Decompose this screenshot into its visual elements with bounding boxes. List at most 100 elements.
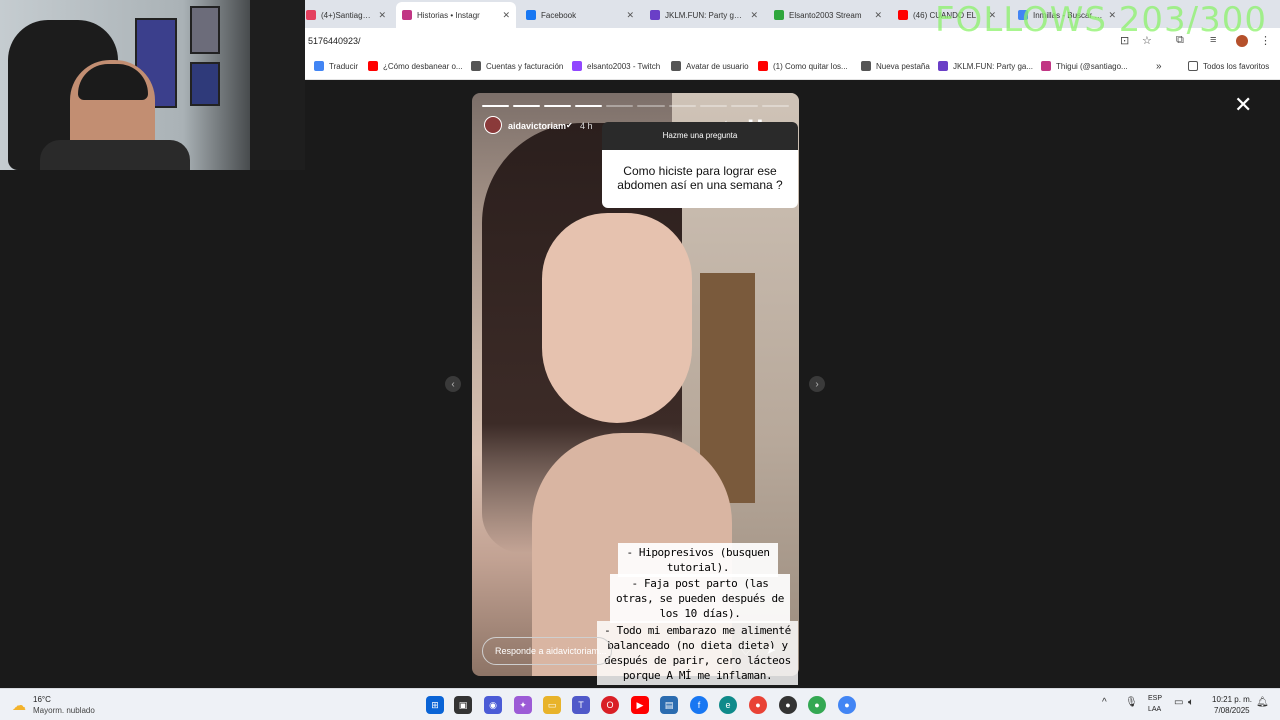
bookmark-item[interactable]: Thigui (@santiago... — [1041, 61, 1128, 71]
microphone-icon[interactable]: 🎙︎ — [1125, 697, 1138, 708]
follows-counter-overlay: FOLLOWS 203/300 — [935, 0, 1268, 40]
verified-icon: ✔ — [566, 121, 573, 130]
chat-icon[interactable]: ◉ — [484, 696, 502, 714]
like-heart-icon[interactable]: ♡ — [740, 643, 752, 659]
streamer-shirt — [40, 140, 190, 170]
story-progress-segment — [482, 105, 510, 107]
bookmark-item[interactable]: Avatar de usuario — [671, 61, 749, 71]
weather-desc[interactable]: Mayorm. nublado — [33, 706, 95, 715]
bookmark-item[interactable]: JKLM.FUN: Party ga... — [938, 61, 1033, 71]
opera-icon[interactable]: O — [601, 696, 619, 714]
tab-favicon-icon — [650, 10, 660, 20]
bookmark-item[interactable]: Traducir — [314, 61, 358, 71]
browser-tab[interactable]: JKLM.FUN: Party gam ✕ — [644, 4, 764, 26]
story-progress-segment — [544, 105, 572, 107]
story-progress-segment — [730, 105, 758, 107]
tab-close-icon[interactable]: ✕ — [378, 10, 386, 21]
tab-favicon-icon — [898, 10, 908, 20]
bookmark-label: Traducir — [329, 61, 359, 71]
all-bookmarks-label: Todos los favoritos — [1203, 61, 1270, 71]
weather-icon[interactable]: ☁ — [12, 697, 26, 714]
bookmark-label: Thigui (@santiago... — [1056, 61, 1128, 71]
close-icon[interactable]: ✕ — [1234, 92, 1252, 118]
story-progress-segment — [699, 105, 727, 107]
browser-tab[interactable]: (4+)Santiago Ceron ✕ — [300, 4, 392, 26]
previous-story-button[interactable]: ‹ — [445, 376, 461, 392]
taskbar: ☁ 16°C Mayorm. nublado ⊞ ▣ ◉ ✦ ▭ T O ▶ ▤… — [0, 688, 1280, 720]
tab-label: Elsanto2003 Stream — [789, 10, 862, 20]
notification-icon[interactable]: 🔔︎ — [1256, 697, 1269, 708]
copilot-icon[interactable]: ✦ — [514, 696, 532, 714]
story-progress-segment — [513, 105, 541, 107]
tab-favicon-icon — [402, 10, 412, 20]
folder-icon — [1188, 61, 1198, 71]
bookmark-item[interactable]: elsanto2003 - Twitch — [572, 61, 660, 71]
browser-tab[interactable]: Facebook ✕ — [520, 4, 640, 26]
tab-close-icon[interactable]: ✕ — [750, 10, 758, 21]
clock-time[interactable]: 10:21 p. m. — [1212, 695, 1252, 704]
wall-poster — [190, 6, 220, 54]
tab-label: Facebook — [541, 10, 577, 20]
teams-icon[interactable]: T — [572, 696, 590, 714]
volume-icon[interactable]: 🔈︎ — [1188, 697, 1194, 708]
edge-icon[interactable]: e — [719, 696, 737, 714]
bookmark-favicon-icon — [861, 61, 871, 71]
question-sticker-text: Como hiciste para lograr ese abdomen así… — [602, 150, 798, 208]
tab-close-icon[interactable]: ✕ — [874, 10, 882, 21]
browser-tab[interactable]: Historias • Instagr ✕ — [396, 2, 516, 28]
bookmarks-overflow-icon[interactable]: » — [1156, 61, 1162, 72]
clock-date[interactable]: 7/08/2025 — [1214, 706, 1250, 715]
bookmark-label: ¿Cómo desbanear o... — [383, 61, 463, 71]
chrome-icon[interactable]: ● — [749, 696, 767, 714]
chevron-up-icon[interactable]: ^ — [1102, 697, 1107, 708]
bookmark-favicon-icon — [671, 61, 681, 71]
tab-favicon-icon — [306, 10, 316, 20]
story-progress-bars — [482, 105, 789, 107]
tab-close-icon[interactable]: ✕ — [626, 10, 634, 21]
bookmark-item[interactable]: ¿Cómo desbanear o... — [368, 61, 463, 71]
tab-label: Historias • Instagr — [417, 10, 480, 20]
story-username[interactable]: aidavictoriam — [508, 121, 566, 131]
browser-tab[interactable]: Elsanto2003 Stream ✕ — [768, 4, 888, 26]
wall-poster — [190, 62, 220, 106]
input-language[interactable]: ESP — [1148, 695, 1162, 702]
story-caption-1: - Hipopresivos (busquen tutorial). — [618, 543, 778, 577]
app-icon[interactable]: ● — [779, 696, 797, 714]
tab-favicon-icon — [774, 10, 784, 20]
story-author-avatar[interactable] — [484, 116, 502, 134]
bookmark-item[interactable]: Nueva pestaña — [861, 61, 930, 71]
reply-input[interactable]: Responde a aidavictoriam... — [482, 637, 612, 665]
chrome-profile-icon[interactable]: ● — [808, 696, 826, 714]
file-explorer-icon[interactable]: ▭ — [543, 696, 561, 714]
chrome-profile-2-icon[interactable]: ● — [838, 696, 856, 714]
chevron-left-icon: ‹ — [451, 378, 455, 390]
weather-temp[interactable]: 16°C — [33, 695, 51, 704]
bookmark-label: JKLM.FUN: Party ga... — [953, 61, 1034, 71]
tab-close-icon[interactable]: ✕ — [502, 10, 510, 21]
tab-label: (4+)Santiago Ceron — [321, 10, 372, 20]
next-story-button[interactable]: › — [809, 376, 825, 392]
network-icon[interactable]: ▭ — [1174, 697, 1183, 708]
bookmark-item[interactable]: (1) Como quitar los... — [758, 61, 848, 71]
bookmark-favicon-icon — [758, 61, 768, 71]
youtube-icon[interactable]: ▶ — [631, 696, 649, 714]
bookmark-label: (1) Como quitar los... — [773, 61, 848, 71]
question-sticker-header: Hazme una pregunta — [602, 122, 798, 150]
facebook-icon[interactable]: f — [690, 696, 708, 714]
story-progress-segment — [575, 105, 603, 107]
url-text[interactable]: 5176440923/ — [308, 36, 361, 46]
bookmark-label: Cuentas y facturación — [486, 61, 564, 71]
tab-label: JKLM.FUN: Party gam — [665, 10, 745, 20]
story-progress-segment — [761, 105, 789, 107]
send-icon[interactable]: ➤ — [766, 643, 776, 657]
all-bookmarks[interactable]: Todos los favoritos — [1188, 61, 1269, 71]
bookmark-item[interactable]: Cuentas y facturación — [471, 61, 563, 71]
bookmark-favicon-icon — [368, 61, 378, 71]
input-layout[interactable]: LAA — [1148, 706, 1161, 713]
store-icon[interactable]: ▤ — [660, 696, 678, 714]
story-progress-segment — [637, 105, 665, 107]
bookmark-label: elsanto2003 - Twitch — [587, 61, 661, 71]
task-view-icon[interactable]: ▣ — [454, 696, 472, 714]
start-icon[interactable]: ⊞ — [426, 696, 444, 714]
bookmark-label: Nueva pestaña — [876, 61, 930, 71]
